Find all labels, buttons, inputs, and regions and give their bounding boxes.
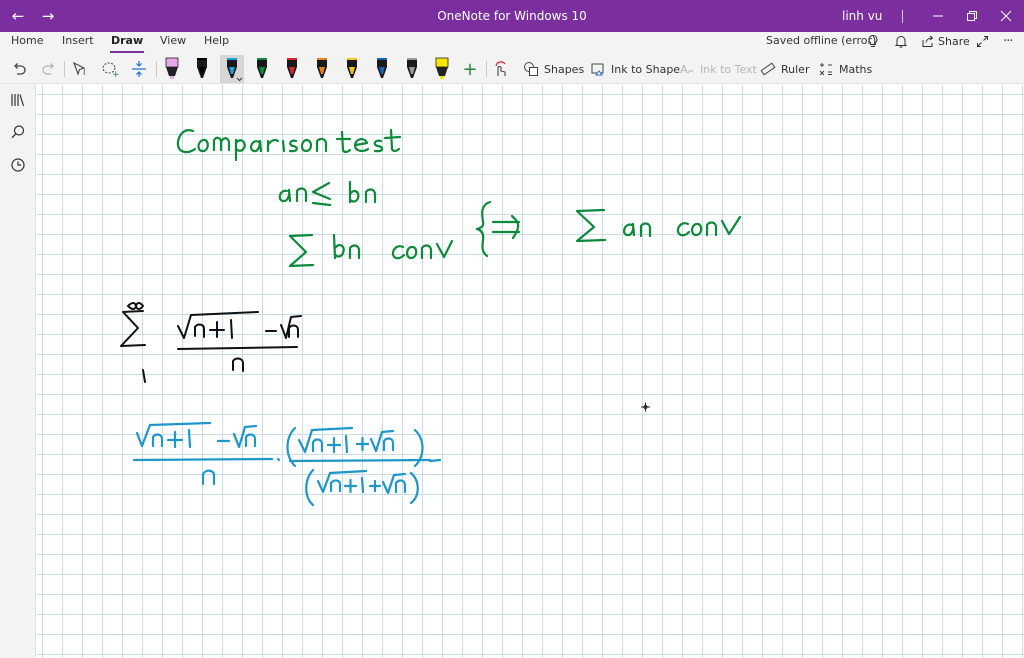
- more-options-icon[interactable]: ···: [1003, 30, 1013, 52]
- redo-icon[interactable]: [38, 56, 60, 82]
- type-select-icon[interactable]: I: [70, 56, 92, 82]
- title-separator: [902, 10, 903, 23]
- pen-icon: [347, 58, 357, 78]
- black-ink-series: [120, 302, 302, 383]
- tab-view[interactable]: View: [160, 32, 186, 54]
- pen-icon: [317, 58, 327, 78]
- pen-3[interactable]: [220, 55, 244, 83]
- tab-insert[interactable]: Insert: [62, 32, 94, 54]
- pen-5[interactable]: [280, 55, 304, 83]
- undo-icon[interactable]: [8, 56, 30, 82]
- onenote-window: ← → OneNote for Windows 10 linh vu Home …: [0, 0, 1024, 658]
- toolbar-separator: [156, 61, 157, 77]
- bell-icon[interactable]: [894, 30, 908, 52]
- pen-7[interactable]: [340, 55, 364, 83]
- blue-ink-rationalize: [132, 421, 442, 507]
- restore-icon[interactable]: [954, 0, 990, 32]
- add-pen-icon[interactable]: +: [460, 56, 480, 82]
- lightbulb-icon[interactable]: [866, 30, 880, 52]
- shapes-label: Shapes: [544, 62, 585, 76]
- toolbar-separator: [64, 61, 65, 77]
- note-canvas[interactable]: [37, 85, 1024, 658]
- tab-draw[interactable]: Draw: [109, 32, 145, 54]
- ribbon-tabs: Home Insert Draw View Help Saved offline…: [0, 32, 1024, 54]
- lasso-select-icon[interactable]: +: [99, 56, 121, 82]
- ink-to-shape-icon: [591, 63, 604, 76]
- ink-to-text-icon: A: [680, 63, 694, 76]
- share-icon: [922, 35, 934, 47]
- draw-toolbar: I + + Shapes Ink to Shape A Ink to Text …: [0, 54, 1024, 84]
- minimize-icon[interactable]: [920, 0, 956, 32]
- pen-6[interactable]: [310, 55, 334, 83]
- close-icon[interactable]: [988, 0, 1024, 32]
- handwritten-ink: [120, 128, 742, 507]
- ink-to-text-label: Ink to Text: [700, 62, 757, 76]
- share-button[interactable]: Share: [921, 30, 970, 52]
- ruler-button[interactable]: Ruler: [760, 56, 809, 82]
- pen-8[interactable]: [370, 55, 394, 83]
- forward-arrow-icon[interactable]: →: [30, 0, 66, 32]
- pen-4[interactable]: [250, 55, 274, 83]
- title-bar: ← → OneNote for Windows 10 linh vu: [0, 0, 1024, 32]
- recent-icon[interactable]: [6, 153, 30, 177]
- pen-icon: [227, 58, 243, 82]
- touch-draw-icon[interactable]: [491, 56, 511, 82]
- ink-to-shape-button[interactable]: Ink to Shape: [590, 56, 680, 82]
- maths-label: Maths: [839, 62, 873, 76]
- green-ink-notes: [176, 128, 742, 268]
- maths-button[interactable]: Maths: [818, 56, 872, 82]
- user-name[interactable]: linh vu: [842, 0, 882, 32]
- pen-icon: [407, 58, 417, 78]
- pen-2[interactable]: [190, 55, 214, 83]
- sync-status[interactable]: Saved offline (error): [766, 32, 876, 54]
- pen-icon: [257, 58, 267, 78]
- add-space-icon[interactable]: [128, 56, 150, 82]
- highlighter-1[interactable]: [160, 55, 184, 83]
- left-rail: [0, 84, 36, 658]
- tab-help[interactable]: Help: [204, 32, 229, 54]
- ruler-icon: [760, 62, 776, 76]
- ink-to-text-button[interactable]: A Ink to Text: [679, 56, 757, 82]
- ink-to-shape-label: Ink to Shape: [611, 62, 681, 76]
- share-label: Share: [938, 34, 970, 48]
- ruler-label: Ruler: [781, 62, 810, 76]
- pen-9[interactable]: [400, 55, 424, 83]
- maths-icon: [819, 63, 832, 76]
- notebooks-icon[interactable]: [6, 88, 30, 112]
- tab-home[interactable]: Home: [11, 32, 43, 54]
- svg-text:+: +: [112, 70, 119, 78]
- svg-text:A: A: [680, 63, 688, 76]
- search-icon[interactable]: [6, 120, 30, 144]
- pen-icon: [377, 58, 387, 78]
- shapes-button[interactable]: Shapes: [523, 56, 584, 82]
- toolbar-separator: [486, 61, 487, 77]
- svg-text:I: I: [83, 68, 85, 77]
- highlighter-icon: [435, 57, 449, 79]
- fullscreen-icon[interactable]: [976, 30, 989, 52]
- pen-icon: [287, 58, 297, 78]
- highlighter-icon: [165, 57, 179, 79]
- shapes-icon: [524, 62, 538, 76]
- cursor-crosshair-icon: [641, 402, 650, 412]
- pen-icon: [197, 58, 207, 78]
- highlighter-10[interactable]: [430, 55, 454, 83]
